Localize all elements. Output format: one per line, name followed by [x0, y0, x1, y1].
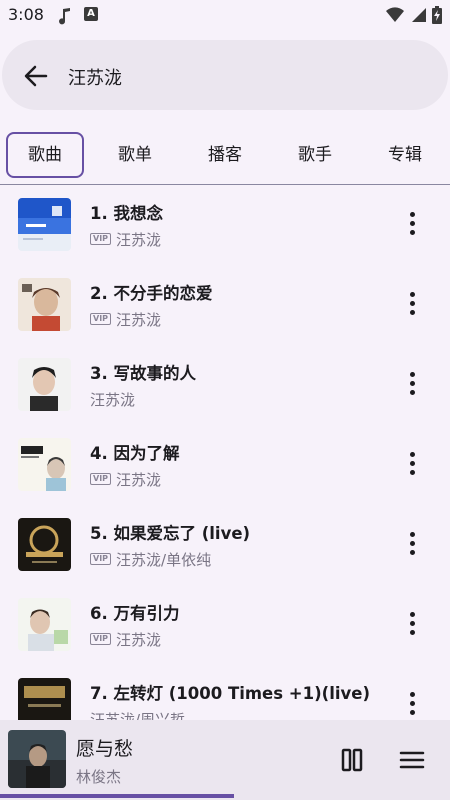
- song-artist: 汪苏泷: [116, 230, 162, 249]
- song-title: 6. 万有引力: [90, 604, 180, 623]
- more-options-icon[interactable]: [402, 212, 422, 236]
- vip-badge: VIP: [90, 473, 112, 485]
- playback-progress-fill: [0, 794, 234, 798]
- song-title: 5. 如果爱忘了 (live): [90, 524, 251, 543]
- song-artist: 汪苏泷: [116, 310, 162, 329]
- search-bar[interactable]: 汪苏泷: [2, 40, 448, 110]
- vip-badge: VIP: [90, 313, 112, 325]
- search-query[interactable]: 汪苏泷: [68, 64, 122, 90]
- status-bar: 3:08 A: [0, 0, 450, 32]
- vip-badge: VIP: [90, 553, 112, 565]
- now-playing-album-art[interactable]: [8, 730, 66, 788]
- more-options-icon[interactable]: [402, 292, 422, 316]
- song-row[interactable]: 3. 写故事的人 汪苏泷: [0, 346, 450, 426]
- song-row[interactable]: 4. 因为了解 VIP 汪苏泷: [0, 426, 450, 506]
- album-art: [18, 278, 71, 331]
- album-art: [18, 678, 71, 720]
- song-meta: VIP 汪苏泷: [90, 470, 162, 489]
- status-time: 3:08: [8, 5, 44, 24]
- song-list: 1. 我想念 VIP 汪苏泷 2. 不分手的恋爱 VIP 汪苏泷 3. 写故事的…: [0, 186, 450, 720]
- tab-playlists[interactable]: 歌单: [96, 132, 174, 178]
- vip-badge: VIP: [90, 233, 112, 245]
- now-playing-artist: 林俊杰: [76, 768, 122, 786]
- battery-charging-icon: [432, 6, 442, 24]
- song-title: 7. 左转灯 (1000 Times +1)(live): [90, 684, 370, 703]
- a-app-icon: A: [84, 7, 98, 21]
- song-title: 4. 因为了解: [90, 444, 180, 463]
- more-options-icon[interactable]: [402, 372, 422, 396]
- now-playing-title: 愿与愁: [76, 738, 134, 760]
- wifi-icon: [386, 7, 404, 23]
- back-arrow-icon[interactable]: [22, 62, 50, 90]
- now-playing-bar[interactable]: 愿与愁 林俊杰: [0, 720, 450, 800]
- album-art: [18, 598, 71, 651]
- song-row[interactable]: 1. 我想念 VIP 汪苏泷: [0, 186, 450, 266]
- status-indicators: [386, 5, 442, 25]
- more-options-icon[interactable]: [402, 452, 422, 476]
- song-row[interactable]: 5. 如果爱忘了 (live) VIP 汪苏泷/单依纯: [0, 506, 450, 586]
- song-artist: 汪苏泷: [90, 390, 136, 409]
- more-options-icon[interactable]: [402, 612, 422, 636]
- tab-podcasts[interactable]: 播客: [186, 132, 264, 178]
- vip-badge: VIP: [90, 633, 112, 645]
- song-artist: 汪苏泷: [116, 470, 162, 489]
- song-meta: 汪苏泷/周兴哲: [90, 710, 186, 721]
- song-artist: 汪苏泷/单依纯: [116, 550, 212, 569]
- album-art: [18, 438, 71, 491]
- song-meta: VIP 汪苏泷/单依纯: [90, 550, 212, 569]
- album-art: [18, 198, 71, 251]
- song-meta: VIP 汪苏泷: [90, 630, 162, 649]
- song-meta: VIP 汪苏泷: [90, 310, 162, 329]
- tab-artists[interactable]: 歌手: [276, 132, 354, 178]
- tab-bar: 歌曲 歌单 播客 歌手 专辑: [0, 128, 450, 185]
- song-row[interactable]: 7. 左转灯 (1000 Times +1)(live) 汪苏泷/周兴哲: [0, 666, 450, 720]
- song-title: 3. 写故事的人: [90, 364, 196, 383]
- song-artist: 汪苏泷: [116, 630, 162, 649]
- song-title: 2. 不分手的恋爱: [90, 284, 213, 303]
- playback-progress-bar[interactable]: [0, 794, 450, 798]
- tab-albums[interactable]: 专辑: [366, 132, 444, 178]
- song-meta: VIP 汪苏泷: [90, 230, 162, 249]
- album-art: [18, 358, 71, 411]
- song-title: 1. 我想念: [90, 204, 163, 223]
- more-options-icon[interactable]: [402, 692, 422, 716]
- song-meta: 汪苏泷: [90, 390, 136, 409]
- music-note-icon: [59, 8, 70, 25]
- tab-songs[interactable]: 歌曲: [6, 132, 84, 178]
- more-options-icon[interactable]: [402, 532, 422, 556]
- song-row[interactable]: 2. 不分手的恋爱 VIP 汪苏泷: [0, 266, 450, 346]
- album-art: [18, 518, 71, 571]
- playlist-queue-icon[interactable]: [398, 746, 426, 774]
- signal-icon: [412, 8, 426, 22]
- song-artist: 汪苏泷/周兴哲: [90, 710, 186, 721]
- song-row[interactable]: 6. 万有引力 VIP 汪苏泷: [0, 586, 450, 666]
- pause-icon[interactable]: [338, 746, 366, 774]
